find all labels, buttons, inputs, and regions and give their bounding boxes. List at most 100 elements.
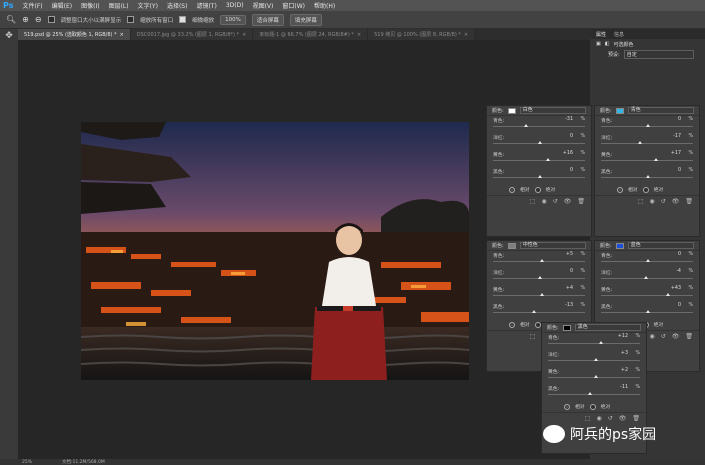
slider-thumb[interactable] [539, 293, 544, 296]
slider-thumb[interactable] [593, 375, 598, 378]
tab-properties[interactable]: 属性 [596, 31, 606, 38]
zoom-all-checkbox[interactable] [127, 16, 135, 23]
zoom-tool-icon[interactable]: 🔍︎ [6, 15, 16, 24]
reset-icon[interactable]: ↺ [553, 198, 558, 205]
color-select[interactable]: 黑色 [574, 324, 641, 331]
menu-item-file[interactable]: 文件(F) [22, 1, 42, 10]
view-previous-icon[interactable]: ◉ [649, 333, 654, 340]
slider-thumb[interactable] [523, 124, 528, 127]
slider-track[interactable] [601, 295, 693, 296]
color-select[interactable]: 中性色 [519, 242, 586, 249]
slider-value-field[interactable]: 0 [659, 252, 681, 257]
trash-icon[interactable]: 🗑︎ [685, 198, 693, 205]
slider-thumb[interactable] [644, 276, 649, 279]
menu-item-type[interactable]: 文字(Y) [138, 1, 158, 10]
clip-layer-icon[interactable]: ⬚ [530, 333, 536, 340]
slider-value-field[interactable]: -17 [659, 134, 681, 139]
slider-track[interactable] [601, 143, 693, 144]
slider-value-field[interactable]: +17 [659, 151, 681, 156]
resize-windows-checkbox[interactable] [47, 16, 55, 23]
slider-thumb[interactable] [598, 341, 603, 344]
tab-info[interactable]: 信息 [614, 31, 624, 38]
slider-track[interactable] [493, 126, 585, 127]
close-icon[interactable]: × [464, 32, 468, 38]
reset-icon[interactable]: ↺ [661, 333, 666, 340]
color-select[interactable]: 白色 [519, 107, 586, 114]
absolute-radio[interactable] [534, 321, 541, 328]
trash-icon[interactable]: 🗑︎ [577, 198, 585, 205]
menu-item-edit[interactable]: 编辑(E) [52, 1, 72, 10]
slider-value-field[interactable]: 0 [551, 168, 573, 173]
tab-document-2[interactable]: DSC0017.jpg @ 33.2% (图层 1, RGB/8*) * × [130, 29, 254, 40]
clip-layer-icon[interactable]: ⬚ [530, 198, 536, 205]
slider-track[interactable] [601, 160, 693, 161]
zoom-100-button[interactable]: 100% [220, 14, 246, 25]
slider-value-field[interactable]: +3 [606, 351, 628, 356]
absolute-radio[interactable] [642, 186, 649, 193]
move-tool-icon[interactable]: ✥ [0, 29, 18, 43]
clip-layer-icon[interactable]: ⬚ [638, 198, 644, 205]
absolute-radio[interactable] [589, 403, 596, 410]
slider-value-field[interactable]: +4 [551, 286, 573, 291]
slider-track[interactable] [493, 160, 585, 161]
slider-thumb[interactable] [653, 158, 658, 161]
scrubby-zoom-checkbox[interactable] [179, 16, 187, 23]
close-icon[interactable]: × [357, 32, 361, 38]
slider-value-field[interactable]: -4 [659, 269, 681, 274]
slider-thumb[interactable] [539, 259, 544, 262]
slider-thumb[interactable] [588, 392, 593, 395]
menu-item-view[interactable]: 视图(V) [253, 1, 274, 10]
slider-track[interactable] [548, 394, 640, 395]
slider-value-field[interactable]: 0 [659, 117, 681, 122]
slider-value-field[interactable]: +12 [606, 334, 628, 339]
color-select[interactable]: 青色 [627, 107, 694, 114]
slider-thumb[interactable] [538, 141, 542, 144]
tab-document-3[interactable]: 未标题-1 @ 66.7% (图层 24, RGB/8#) * × [253, 29, 369, 40]
zoom-in-icon[interactable]: ⊕ [22, 15, 29, 24]
slider-value-field[interactable]: -11 [606, 385, 628, 390]
menu-item-3d[interactable]: 3D(D) [226, 2, 244, 9]
trash-icon[interactable]: 🗑︎ [685, 333, 693, 340]
absolute-radio[interactable] [534, 186, 541, 193]
slider-thumb[interactable] [665, 293, 670, 296]
menu-item-window[interactable]: 窗口(W) [282, 1, 305, 10]
view-previous-icon[interactable]: ◉ [541, 198, 546, 205]
slider-track[interactable] [548, 343, 640, 344]
slider-thumb[interactable] [538, 276, 542, 279]
menu-item-layer[interactable]: 图层(L) [109, 1, 129, 10]
reset-icon[interactable]: ↺ [661, 198, 666, 205]
document-canvas-image[interactable] [81, 122, 469, 380]
slider-thumb[interactable] [646, 259, 650, 262]
relative-radio[interactable] [509, 186, 515, 193]
slider-thumb[interactable] [593, 358, 598, 361]
tab-document-4[interactable]: 519 拷贝 @ 100% (图层 8, RGB/8) * × [368, 29, 476, 40]
preset-select[interactable]: 自定 [623, 49, 694, 59]
slider-value-field[interactable]: +2 [606, 368, 628, 373]
visibility-icon[interactable]: 👁︎ [672, 333, 680, 340]
visibility-icon[interactable]: 👁︎ [672, 198, 680, 205]
relative-radio[interactable] [564, 403, 570, 410]
zoom-level[interactable]: 25% [22, 460, 32, 465]
view-previous-icon[interactable]: ◉ [649, 198, 654, 205]
slider-value-field[interactable]: +5 [551, 252, 573, 257]
tab-document-1[interactable]: 519.psd @ 25% (选取颜色 1, RGB/8) * × [18, 29, 131, 40]
slider-value-field[interactable]: 0 [659, 168, 681, 173]
slider-thumb[interactable] [646, 124, 650, 127]
menu-item-select[interactable]: 选择(S) [167, 1, 188, 10]
slider-value-field[interactable]: +43 [659, 286, 681, 291]
visibility-icon[interactable]: 👁︎ [564, 198, 572, 205]
color-select[interactable]: 蓝色 [627, 242, 694, 249]
slider-thumb[interactable] [532, 310, 537, 313]
slider-thumb[interactable] [646, 310, 650, 313]
slider-thumb[interactable] [545, 158, 550, 161]
slider-value-field[interactable]: -31 [551, 117, 573, 122]
slider-track[interactable] [493, 312, 585, 313]
fill-screen-button[interactable]: 填充屏幕 [289, 13, 322, 26]
slider-value-field[interactable]: 0 [551, 269, 573, 274]
slider-thumb[interactable] [638, 141, 643, 144]
slider-value-field[interactable]: -13 [551, 303, 573, 308]
zoom-out-icon[interactable]: ⊖ [35, 15, 42, 24]
slider-value-field[interactable]: 0 [659, 303, 681, 308]
relative-radio[interactable] [509, 321, 515, 328]
menu-item-filter[interactable]: 滤镜(T) [196, 1, 216, 10]
